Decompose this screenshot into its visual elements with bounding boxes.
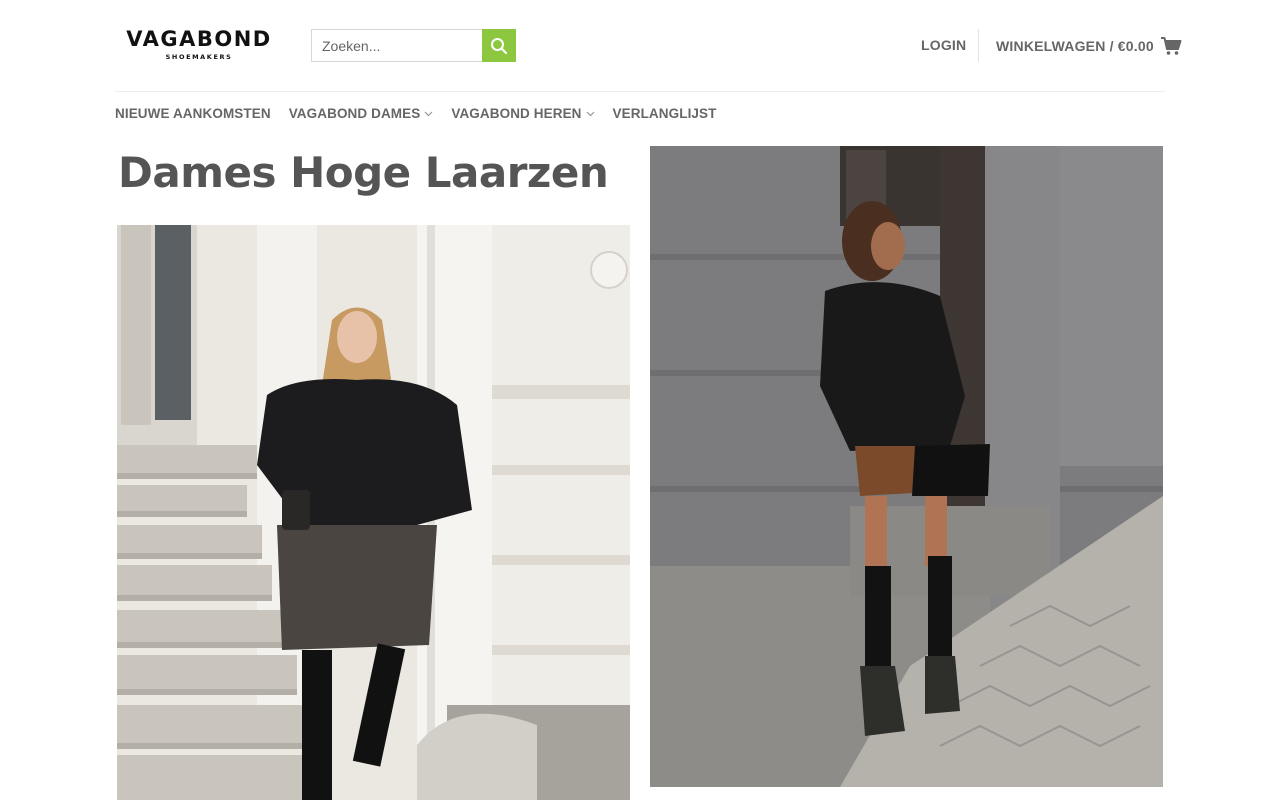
nav-item-label: NIEUWE AANKOMSTEN <box>115 106 271 121</box>
search-button[interactable] <box>482 29 516 62</box>
cart-label: WINKELWAGEN / €0.00 <box>996 38 1154 54</box>
lifestyle-photo-woman-stairs <box>117 225 630 800</box>
nav-item-label: VAGABOND HEREN <box>451 106 582 121</box>
search-input[interactable] <box>311 29 482 62</box>
nav-item-label: VAGABOND DAMES <box>288 106 421 121</box>
main-nav: NIEUWE AANKOMSTEN VAGABOND DAMES VAGABON… <box>115 106 717 121</box>
header-divider-line <box>115 91 1165 92</box>
search-icon <box>491 37 508 54</box>
nav-item-label: VERLANGLIJST <box>612 106 717 121</box>
logo-wordmark: VAGABOND <box>126 27 272 51</box>
page-title: Dames Hoge Laarzen <box>118 148 609 197</box>
product-photo-right[interactable] <box>650 146 1163 787</box>
chevron-down-icon <box>586 111 594 116</box>
login-link[interactable]: LOGIN <box>921 37 966 53</box>
shopping-cart-icon <box>1160 37 1182 55</box>
nav-item-vagabond-dames[interactable]: VAGABOND DAMES <box>289 106 434 121</box>
logo-subtitle: SHOEMAKERS <box>165 53 233 61</box>
search-form <box>311 29 516 62</box>
header-divider <box>978 29 979 62</box>
cart-link[interactable]: WINKELWAGEN / €0.00 <box>996 36 1182 56</box>
lifestyle-photo-woman-grey-wall <box>650 146 1163 787</box>
nav-item-vagabond-heren[interactable]: VAGABOND HEREN <box>451 106 594 121</box>
chevron-down-icon <box>424 111 433 116</box>
nav-item-nieuwe-aankomsten[interactable]: NIEUWE AANKOMSTEN <box>115 106 271 121</box>
product-photo-left[interactable] <box>117 225 630 800</box>
brand-logo[interactable]: VAGABOND SHOEMAKERS <box>115 28 283 61</box>
nav-item-verlanglijst[interactable]: VERLANGLIJST <box>613 106 717 121</box>
